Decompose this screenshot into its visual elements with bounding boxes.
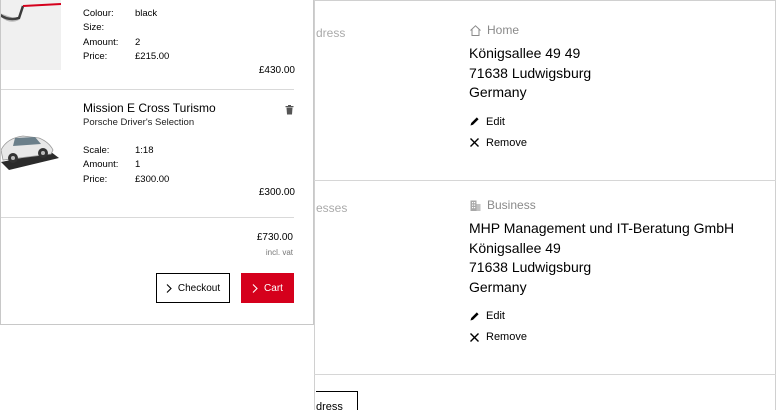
- product-image: [1, 0, 62, 70]
- attribute-row: Price: £300.00: [83, 173, 170, 185]
- edit-label: Edit: [486, 115, 505, 128]
- item-divider: [1, 217, 294, 218]
- pencil-icon: [469, 116, 480, 127]
- address-line: MHP Management und IT-Beratung GmbH: [469, 220, 735, 236]
- cart-label: Cart: [264, 282, 283, 294]
- cart-flyout: Colour: black Size: Amount: 2 Price: £215.0…: [0, 0, 314, 325]
- home-icon: [469, 24, 482, 37]
- product-attributes: Scale: 1:18 Amount: 1 Price: £300.00: [83, 144, 169, 187]
- home-address-card: Home Königsallee 49 49 71638 Ludwigsburg…: [469, 22, 769, 150]
- address-type-label: Home: [487, 23, 520, 37]
- item-total: £300.00: [258, 187, 295, 198]
- product-title[interactable]: Mission E Cross Turismo: [83, 101, 216, 115]
- chevron-right-icon: [166, 283, 172, 293]
- checkout-button[interactable]: Checkout: [156, 273, 230, 303]
- address-lines: Königsallee 49 49 71638 Ludwigsburg Germ…: [469, 44, 769, 103]
- address-lines: MHP Management und IT-Beratung GmbH Köni…: [469, 219, 769, 297]
- address-type-label: Business: [487, 198, 536, 212]
- pencil-icon: [469, 311, 480, 322]
- chevron-right-icon: [252, 283, 258, 293]
- attribute-row: Scale: 1:18: [83, 145, 154, 156]
- attribute-row: Colour: black: [83, 8, 158, 19]
- other-addresses-heading: esses: [316, 201, 348, 215]
- cart-item: Colour: black Size: Amount: 2 Price: £215.0…: [1, 0, 313, 90]
- close-icon: [469, 137, 480, 148]
- address-line: Germany: [469, 84, 527, 100]
- cart-total: £730.00: [256, 232, 293, 243]
- item-total: £430.00: [258, 65, 295, 76]
- checkout-label: Checkout: [177, 282, 221, 294]
- cart-item: Mission E Cross Turismo Porsche Driver's…: [1, 90, 313, 218]
- building-icon: [469, 199, 482, 212]
- remove-address-button[interactable]: Remove: [469, 136, 769, 150]
- address-line: Königsallee 49: [469, 239, 561, 256]
- address-row-divider: [314, 180, 776, 181]
- default-address-heading: dress: [316, 26, 346, 40]
- edit-label: Edit: [486, 310, 505, 322]
- attribute-row: Amount: 1: [83, 159, 141, 171]
- edit-address-button[interactable]: Edit: [469, 309, 769, 323]
- remove-address-button[interactable]: Remove: [469, 330, 769, 344]
- attribute-row: Amount: 2: [83, 36, 141, 48]
- trash-icon[interactable]: [285, 102, 294, 120]
- product-image: [1, 120, 61, 175]
- business-address-card: Business MHP Management und IT-Beratung …: [469, 197, 769, 344]
- remove-label: Remove: [486, 331, 527, 343]
- add-address-button[interactable]: dress: [316, 391, 358, 410]
- address-line: Königsallee 49 49: [469, 45, 581, 61]
- product-attributes: Colour: black Size: Amount: 2 Price: £215.0…: [83, 7, 169, 64]
- edit-address-button[interactable]: Edit: [469, 115, 769, 129]
- product-subtitle: Porsche Driver's Selection: [83, 117, 195, 128]
- address-row-divider: [314, 374, 776, 375]
- address-line: Germany: [469, 278, 527, 295]
- address-line: 71638 Ludwigsburg: [469, 259, 592, 275]
- close-icon: [469, 332, 480, 343]
- remove-label: Remove: [486, 136, 527, 149]
- vat-note: incl. vat: [265, 248, 293, 257]
- attribute-row: Price: £215.00: [83, 50, 170, 62]
- address-type: Home: [469, 22, 769, 38]
- address-line: 71638 Ludwigsburg: [469, 64, 592, 81]
- attribute-row: Size:: [83, 22, 105, 34]
- address-type: Business: [469, 197, 769, 213]
- cart-button[interactable]: Cart: [241, 273, 294, 303]
